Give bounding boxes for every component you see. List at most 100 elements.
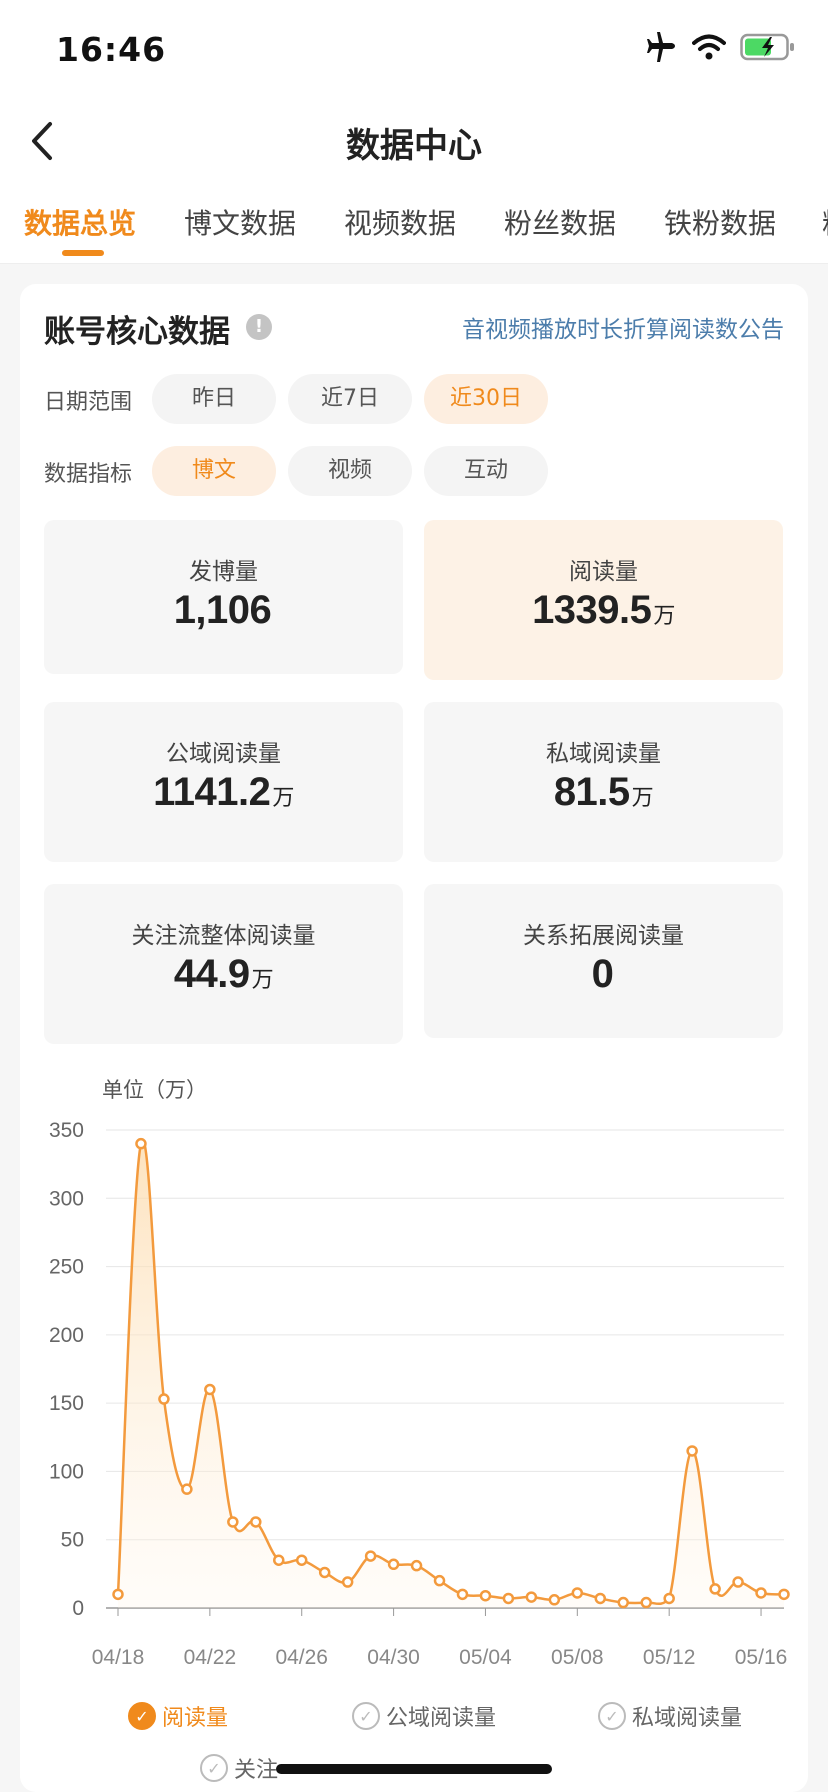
- stat-number: 1,106: [173, 588, 272, 632]
- metric-option-interaction[interactable]: 互动: [424, 446, 548, 496]
- y-tick-label: 350: [49, 1119, 84, 1142]
- date-option-30days[interactable]: 近30日: [424, 374, 548, 424]
- data-point[interactable]: [250, 1516, 262, 1528]
- stat-post-count[interactable]: 发博量 1,106: [44, 520, 403, 674]
- legend-reads[interactable]: ✓ 阅读量: [128, 1700, 228, 1732]
- data-point[interactable]: [227, 1516, 239, 1528]
- metric-label: 数据指标: [44, 462, 133, 487]
- data-point[interactable]: [502, 1592, 515, 1605]
- stat-value: 1141.2万: [44, 770, 403, 815]
- tab-iron-fans[interactable]: 铁粉数据: [664, 202, 776, 242]
- data-point[interactable]: [594, 1592, 607, 1605]
- tab-more[interactable]: 粉: [822, 202, 828, 242]
- data-point[interactable]: [135, 1137, 147, 1150]
- legend-label: 关注: [234, 1758, 279, 1783]
- data-point[interactable]: [732, 1576, 744, 1588]
- date-option-7days[interactable]: 近7日: [288, 374, 412, 424]
- x-tick-label: 05/16: [735, 1646, 788, 1669]
- status-time: 16:46: [56, 30, 167, 69]
- metric-option-video[interactable]: 视频: [288, 446, 412, 496]
- data-point[interactable]: [410, 1559, 423, 1572]
- stat-private-reads[interactable]: 私域阅读量 81.5万: [424, 702, 783, 862]
- notice-link[interactable]: 音视频播放时长折算阅读数公告: [462, 310, 784, 344]
- card-title: 账号核心数据: [44, 314, 230, 350]
- y-tick-label: 0: [72, 1597, 84, 1620]
- data-point[interactable]: [617, 1596, 629, 1609]
- legend-label: 阅读量: [162, 1706, 229, 1731]
- stat-number: 1339.5: [532, 588, 652, 632]
- x-tick-label: 04/18: [92, 1646, 145, 1669]
- active-tab-indicator: [62, 250, 104, 256]
- data-point[interactable]: [778, 1588, 790, 1601]
- info-icon[interactable]: !: [246, 314, 272, 340]
- stat-label: 私域阅读量: [546, 741, 661, 767]
- date-range-label: 日期范围: [44, 390, 133, 415]
- stat-number: 1141.2: [153, 770, 271, 814]
- data-point[interactable]: [456, 1588, 469, 1601]
- y-tick-label: 300: [49, 1187, 84, 1210]
- tab-bar: 数据总览 博文数据 视频数据 粉丝数据 铁粉数据 粉: [0, 188, 828, 264]
- data-point[interactable]: [640, 1596, 652, 1609]
- tab-videos[interactable]: 视频数据: [344, 202, 456, 242]
- data-point[interactable]: [525, 1591, 538, 1603]
- data-point[interactable]: [295, 1554, 308, 1566]
- tab-fans[interactable]: 粉丝数据: [504, 202, 616, 242]
- data-point[interactable]: [204, 1383, 216, 1396]
- x-tick-label: 04/26: [275, 1646, 328, 1669]
- date-range-filter: 日期范围 昨日 近7日 近30日: [44, 374, 784, 424]
- data-point[interactable]: [273, 1554, 285, 1566]
- data-point[interactable]: [571, 1587, 584, 1599]
- legend-public-reads[interactable]: ✓ 公域阅读量: [352, 1700, 496, 1732]
- check-icon: ✓: [598, 1702, 626, 1730]
- legend-label: 公域阅读量: [386, 1706, 497, 1731]
- reads-area-fill: [118, 1140, 784, 1608]
- stat-public-reads[interactable]: 公域阅读量 1141.2万: [44, 702, 403, 862]
- legend-follow[interactable]: ✓ 关注: [200, 1752, 278, 1784]
- data-point[interactable]: [686, 1445, 698, 1457]
- stat-unit: 万: [272, 786, 294, 811]
- data-point[interactable]: [433, 1574, 446, 1587]
- y-tick-label: 100: [49, 1460, 84, 1483]
- date-option-yesterday[interactable]: 昨日: [152, 374, 276, 424]
- data-point[interactable]: [341, 1576, 354, 1588]
- stat-follow-feed-reads[interactable]: 关注流整体阅读量 44.9万: [44, 884, 403, 1044]
- tab-posts[interactable]: 博文数据: [184, 202, 296, 242]
- data-point[interactable]: [548, 1594, 561, 1606]
- y-tick-label: 50: [61, 1529, 84, 1552]
- stat-unit: 万: [653, 604, 675, 629]
- x-tick-label: 05/12: [643, 1646, 696, 1669]
- data-point[interactable]: [112, 1588, 124, 1601]
- data-point[interactable]: [181, 1483, 193, 1495]
- x-tick-label: 05/08: [551, 1646, 604, 1669]
- check-icon: ✓: [200, 1754, 228, 1782]
- stat-value: 81.5万: [424, 770, 783, 815]
- y-tick-label: 150: [49, 1392, 84, 1415]
- stat-label: 公域阅读量: [166, 741, 281, 767]
- stat-relation-reads[interactable]: 关系拓展阅读量 0: [424, 884, 783, 1038]
- y-tick-label: 250: [49, 1256, 84, 1279]
- wifi-icon: [692, 34, 726, 60]
- stat-label: 发博量: [189, 559, 258, 585]
- metric-option-posts[interactable]: 博文: [152, 446, 276, 496]
- stat-value: 1339.5万: [424, 588, 783, 633]
- check-icon: ✓: [128, 1702, 156, 1730]
- data-point[interactable]: [364, 1550, 377, 1562]
- stat-unit: 万: [251, 968, 274, 993]
- stat-label: 关系拓展阅读量: [523, 923, 684, 949]
- nav-bar: 数据中心: [0, 96, 828, 188]
- tab-overview[interactable]: 数据总览: [24, 202, 136, 242]
- data-point[interactable]: [479, 1589, 492, 1602]
- data-point[interactable]: [755, 1587, 767, 1599]
- stat-reads[interactable]: 阅读量 1339.5万: [424, 520, 783, 680]
- data-point[interactable]: [387, 1558, 400, 1571]
- x-tick-label: 05/04: [459, 1646, 512, 1669]
- metric-filter: 数据指标 博文 视频 互动: [44, 446, 784, 496]
- stat-value: 0: [424, 952, 783, 997]
- data-point[interactable]: [158, 1393, 170, 1405]
- data-point[interactable]: [709, 1583, 721, 1595]
- reads-trend-chart[interactable]: 350 300 250 200 150 100 50 0 04/18 04/22 04/26 04/…: [0, 1100, 828, 1670]
- legend-private-reads[interactable]: ✓ 私域阅读量: [598, 1700, 742, 1732]
- data-point[interactable]: [663, 1592, 675, 1605]
- data-point[interactable]: [318, 1566, 331, 1579]
- y-tick-label: 200: [49, 1324, 84, 1347]
